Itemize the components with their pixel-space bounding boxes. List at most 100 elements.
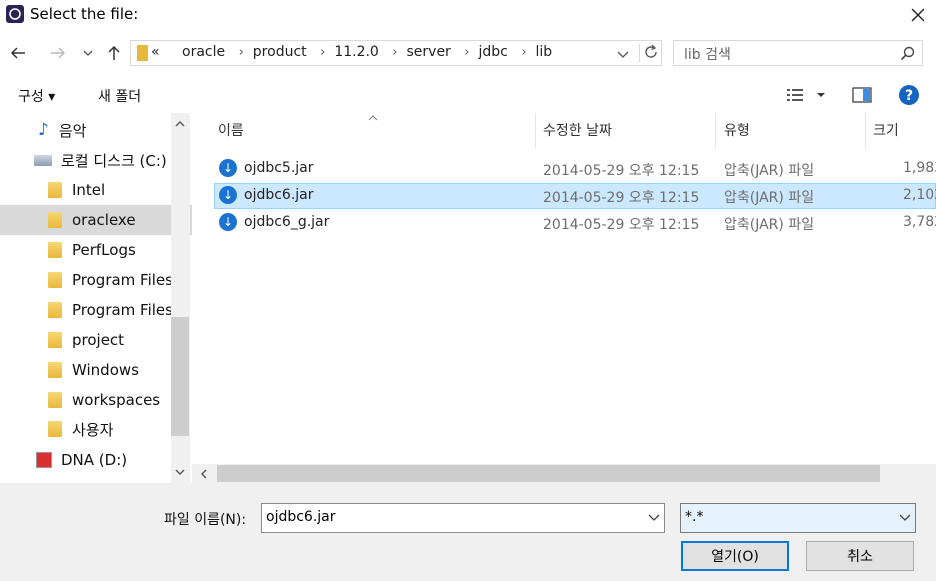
svg-text:?: ? — [905, 88, 913, 104]
breadcrumb-server[interactable]: server — [407, 44, 451, 60]
jar-file-icon: ↓ — [219, 186, 237, 204]
sidebar-item-intel[interactable]: Intel — [0, 175, 192, 205]
arrow-left-icon — [10, 47, 25, 59]
preview-pane-button[interactable] — [852, 87, 872, 107]
help-button[interactable]: ? — [898, 84, 920, 110]
scroll-up-icon[interactable] — [175, 120, 185, 128]
folder-icon — [48, 421, 62, 437]
column-header-modified[interactable]: 수정한 날짜 — [543, 120, 612, 140]
file-list: 이름 수정한 날짜 유형 크기 ↓ ojdbc5.jar 2014-05-29 … — [192, 113, 936, 483]
sort-ascending-icon — [368, 115, 378, 121]
filename-label: 파일 이름(N): — [164, 512, 247, 528]
folder-icon — [48, 302, 62, 318]
sidebar-item-program-files[interactable]: Program Files — [0, 265, 192, 295]
sidebar-item-program-files-x86[interactable]: Program Files ( — [0, 295, 192, 325]
file-type-filter[interactable]: *.* — [680, 503, 916, 533]
file-name: ojdbc6.jar — [244, 187, 314, 203]
toolbar: 구성 ▾ 새 폴더 ? — [0, 80, 936, 110]
arrow-up-icon — [108, 45, 120, 60]
preview-pane-icon — [852, 87, 872, 103]
help-icon: ? — [899, 85, 919, 105]
breadcrumb-oracle[interactable]: oracle — [182, 44, 225, 60]
navigation-pane: ♪ 음악 로컬 디스크 (C:) Intel oraclexe PerfLogs… — [0, 113, 192, 483]
back-button[interactable] — [6, 42, 30, 64]
recent-locations-button[interactable] — [76, 42, 100, 64]
breadcrumb-jdbc[interactable]: jdbc — [478, 44, 507, 60]
column-header-name[interactable]: 이름 — [218, 120, 244, 140]
sidebar-item-perflogs[interactable]: PerfLogs — [0, 235, 192, 265]
column-header-type[interactable]: 유형 — [724, 120, 750, 140]
search-icon[interactable] — [900, 46, 915, 61]
drive-download-icon — [36, 452, 52, 468]
folder-icon — [137, 45, 148, 61]
new-folder-button[interactable]: 새 폴더 — [98, 86, 141, 106]
app-icon — [6, 5, 24, 23]
overflow-chevron-icon[interactable]: « — [151, 44, 160, 60]
breadcrumb: « oracle › product › 11.2.0 › server › jdbc … — [151, 44, 553, 60]
details-view-icon — [787, 89, 825, 101]
search-placeholder: lib 검색 — [684, 47, 731, 63]
sidebar-item-windows[interactable]: Windows — [0, 355, 192, 385]
filename-field[interactable]: ojdbc6.jar — [261, 503, 665, 533]
up-button[interactable] — [102, 42, 126, 64]
search-input[interactable]: lib 검색 — [673, 40, 923, 66]
refresh-button[interactable] — [639, 44, 662, 62]
file-type: 압축(JAR) 파일 — [724, 163, 815, 179]
file-row-ojdbc6-g[interactable]: ↓ ojdbc6_g.jar 2014-05-29 오후 12:15 압축(JA… — [214, 210, 936, 236]
file-row-ojdbc6[interactable]: ↓ ojdbc6.jar 2014-05-29 오후 12:15 압축(JAR)… — [214, 183, 936, 209]
arrow-right-icon — [51, 47, 66, 59]
file-name: ojdbc5.jar — [244, 160, 314, 176]
forward-button[interactable] — [46, 42, 70, 64]
organize-button[interactable]: 구성 ▾ — [18, 86, 55, 106]
scroll-down-icon[interactable] — [175, 468, 185, 476]
view-options-button[interactable] — [785, 86, 829, 108]
file-size: 1,983 — [903, 160, 936, 176]
jar-file-icon: ↓ — [219, 159, 237, 177]
sidebar-item-workspaces[interactable]: workspaces — [0, 385, 192, 415]
sidebar-item-oraclexe[interactable]: oraclexe — [0, 205, 192, 235]
file-row-ojdbc5[interactable]: ↓ ojdbc5.jar 2014-05-29 오후 12:15 압축(JAR)… — [214, 156, 936, 182]
folder-icon — [48, 272, 62, 288]
window-title: Select the file: — [30, 5, 139, 23]
filter-value: *.* — [685, 509, 704, 525]
folder-icon — [48, 362, 62, 378]
folder-icon — [48, 182, 62, 198]
sidebar-item-users[interactable]: 사용자 — [0, 414, 192, 444]
file-type: 압축(JAR) 파일 — [724, 217, 815, 233]
address-bar[interactable]: « oracle › product › 11.2.0 › server › jdbc … — [130, 40, 662, 66]
file-modified: 2014-05-29 오후 12:15 — [543, 163, 700, 179]
music-icon: ♪ — [38, 120, 49, 140]
breadcrumb-lib[interactable]: lib — [536, 44, 553, 60]
file-modified: 2014-05-29 오후 12:15 — [543, 217, 700, 233]
open-button[interactable]: 열기(O) — [681, 541, 789, 571]
column-header-size[interactable]: 크기 — [873, 120, 899, 140]
refresh-icon — [645, 44, 657, 58]
jar-file-icon: ↓ — [219, 213, 237, 231]
file-modified: 2014-05-29 오후 12:15 — [543, 190, 700, 206]
sidebar-scroll-thumb[interactable] — [171, 317, 189, 436]
title-bar: Select the file: — [0, 0, 936, 30]
cancel-button[interactable]: 취소 — [806, 541, 914, 571]
folder-icon — [48, 242, 62, 258]
file-type: 압축(JAR) 파일 — [724, 190, 815, 206]
horizontal-scroll-thumb[interactable] — [217, 465, 880, 482]
sidebar-item-music[interactable]: ♪ 음악 — [0, 115, 192, 145]
chevron-down-icon[interactable] — [648, 514, 660, 522]
sidebar-item-drive-c[interactable]: 로컬 디스크 (C:) — [0, 145, 192, 175]
sidebar-item-project[interactable]: project — [0, 325, 192, 355]
close-icon[interactable] — [900, 0, 936, 30]
scroll-left-icon[interactable] — [200, 469, 208, 479]
breadcrumb-product[interactable]: product — [253, 44, 307, 60]
chevron-down-icon — [83, 50, 93, 56]
sidebar-item-drive-d[interactable]: DNA (D:) — [0, 445, 192, 475]
chevron-down-icon — [899, 514, 911, 521]
breadcrumb-version[interactable]: 11.2.0 — [334, 44, 379, 60]
filename-value: ojdbc6.jar — [266, 509, 336, 525]
folder-icon — [48, 212, 62, 228]
folder-icon — [48, 332, 62, 348]
file-size: 2,102 — [903, 187, 936, 203]
folder-icon — [48, 392, 62, 408]
address-dropdown-icon[interactable] — [617, 47, 629, 63]
drive-icon — [34, 154, 52, 166]
file-size: 3,782 — [903, 214, 936, 230]
